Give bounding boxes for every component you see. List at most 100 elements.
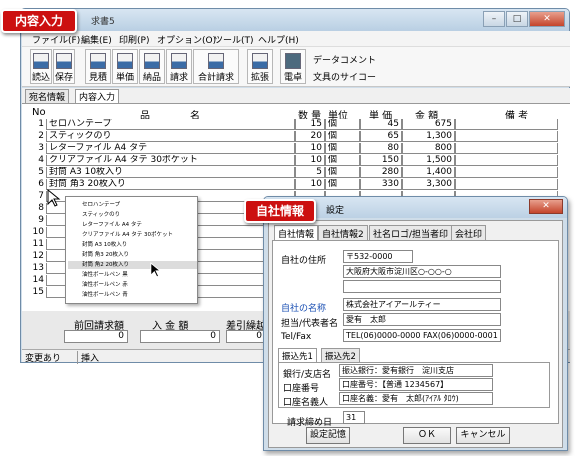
dtab-company-info-2[interactable]: 自社情報2 [318, 225, 368, 240]
cell-price[interactable]: 280 [360, 167, 402, 178]
cell-qty[interactable]: 20 [295, 131, 325, 142]
cell-unit[interactable]: 個 [325, 179, 360, 190]
menu-file[interactable]: ファイル(F) [32, 33, 80, 46]
dropdown-item[interactable]: クリアファイル A4 タテ 30ポケット [82, 231, 173, 239]
dropdown-item[interactable]: セロハンテープ [82, 201, 120, 209]
cell-note[interactable] [455, 155, 558, 166]
save-settings-button[interactable]: 設定記憶 [306, 427, 350, 444]
calculator-button[interactable]: 電卓 [280, 49, 306, 84]
dtab-company-info[interactable]: 自社情報 [274, 225, 319, 240]
maximize-button[interactable]: □ [506, 11, 528, 27]
estimate-label: 見積 [88, 73, 107, 83]
extend-button[interactable]: 拡張 [247, 49, 273, 84]
dropdown-item[interactable]: 油性ボールペン 青 [82, 291, 128, 299]
cell-qty[interactable]: 10 [295, 179, 325, 190]
dtab-logo-seal[interactable]: 社名ロゴ/担当者印 [369, 225, 453, 240]
table-row[interactable]: 6 封筒 角3 20枚入り 10 個 330 3,300 [22, 179, 570, 190]
cell-note[interactable] [455, 119, 558, 130]
menu-print[interactable]: 印刷(P) [119, 33, 149, 46]
account-field[interactable]: 口座番号：【普通 1234567】 [339, 378, 493, 391]
tel-fax-label: Tel/Fax [281, 332, 312, 342]
cell-note[interactable] [455, 131, 558, 142]
cell-qty[interactable]: 10 [295, 143, 325, 154]
total-invoice-button[interactable]: 合計請求 [193, 49, 239, 84]
cell-unit[interactable]: 個 [325, 143, 360, 154]
company-name-field[interactable]: 株式会社アイアールティー [343, 298, 501, 311]
menu-options[interactable]: オプション(O) [157, 33, 216, 46]
dialog-close-button[interactable]: ✕ [529, 199, 563, 214]
dtab-company-seal[interactable]: 会社印 [451, 225, 487, 240]
cell-price[interactable]: 45 [360, 119, 402, 130]
title-bar[interactable]: 求書5 – □ ✕ [21, 9, 569, 31]
bank-tab-2[interactable]: 振込先2 [321, 348, 360, 362]
delivery-label: 納品 [142, 73, 161, 83]
prev-invoice-field[interactable]: 0 [64, 330, 128, 343]
cell-item[interactable]: クリアファイル A4 タテ 30ポケット [46, 155, 295, 166]
cell-unit[interactable]: 個 [325, 131, 360, 142]
load-button[interactable]: 読込 [30, 49, 52, 84]
cell-amount[interactable]: 1,500 [402, 155, 455, 166]
ok-button[interactable]: ＯＫ [403, 427, 451, 444]
dropdown-item[interactable]: レターファイル A4 タテ [82, 221, 142, 229]
cell-price[interactable]: 65 [360, 131, 402, 142]
dropdown-item[interactable]: 封筒 A3 10枚入り [82, 241, 127, 249]
cell-price[interactable]: 330 [360, 179, 402, 190]
tab-address-info[interactable]: 宛名情報 [25, 89, 70, 103]
estimate-button[interactable]: 見積 [85, 49, 111, 84]
dropdown-item[interactable]: 油性ボールペン 赤 [82, 281, 128, 289]
tab-content-input[interactable]: 内容入力 [75, 89, 120, 103]
cell-qty[interactable]: 10 [295, 155, 325, 166]
dropdown-item[interactable]: 油性ボールペン 黒 [82, 271, 128, 279]
zip-field[interactable]: 〒532-0000 [343, 250, 413, 263]
rep-field[interactable]: 愛有 太郎 [343, 313, 501, 326]
minimize-button[interactable]: – [483, 11, 505, 27]
cell-item[interactable]: 封筒 A3 10枚入り [46, 167, 295, 178]
cancel-button[interactable]: キャンセル [456, 427, 510, 444]
cell-item[interactable]: レターファイル A4 タテ [46, 143, 295, 154]
dropdown-item[interactable]: 封筒 角2 20枚入り [68, 261, 197, 269]
table-row[interactable]: 1 セロハンテープ 15 個 45 675 [22, 119, 570, 130]
address2-field[interactable] [343, 280, 501, 293]
cell-unit[interactable]: 個 [325, 119, 360, 130]
cell-amount[interactable]: 1,400 [402, 167, 455, 178]
carryover-field[interactable]: 0 [226, 330, 266, 343]
cell-amount[interactable]: 675 [402, 119, 455, 130]
cell-note[interactable] [455, 143, 558, 154]
holder-field[interactable]: 口座名義：愛有 太郎(ｱｲｱﾙ ﾀﾛｳ) [339, 392, 493, 405]
unit-price-button[interactable]: 単価 [112, 49, 138, 84]
payment-field[interactable]: 0 [140, 330, 220, 343]
invoice-button[interactable]: 請求 [166, 49, 192, 84]
cell-qty[interactable]: 5 [295, 167, 325, 178]
cell-item[interactable]: セロハンテープ [46, 119, 295, 130]
bank-field[interactable]: 振込銀行：愛有銀行 淀川支店 [339, 364, 493, 377]
table-row[interactable]: 3 レターファイル A4 タテ 10 個 80 800 [22, 143, 570, 154]
cell-note[interactable] [455, 179, 558, 190]
dropdown-item[interactable]: スティックのり [82, 211, 120, 219]
cell-price[interactable]: 150 [360, 155, 402, 166]
tab-row: 宛名情報 内容入力 [22, 88, 570, 103]
cell-price[interactable]: 80 [360, 143, 402, 154]
cell-unit[interactable]: 個 [325, 155, 360, 166]
cell-item[interactable]: 封筒 角3 20枚入り [46, 179, 295, 190]
delivery-button[interactable]: 納品 [139, 49, 165, 84]
close-button[interactable]: ✕ [529, 11, 565, 27]
save-button[interactable]: 保存 [53, 49, 75, 84]
cell-note[interactable] [455, 167, 558, 178]
dropdown-item[interactable]: 封筒 角3 20枚入り [82, 251, 129, 259]
cell-qty[interactable]: 15 [295, 119, 325, 130]
menu-tools[interactable]: ツール(T) [214, 33, 254, 46]
menu-help[interactable]: ヘルプ(H) [258, 33, 299, 46]
tel-fax-field[interactable]: TEL(06)0000-0000 FAX(06)0000-0001 [343, 329, 501, 342]
cell-item[interactable]: スティックのり [46, 131, 295, 142]
table-row[interactable]: 5 封筒 A3 10枚入り 5 個 280 1,400 [22, 167, 570, 178]
bank-tab-1[interactable]: 振込先1 [278, 348, 317, 362]
table-row[interactable]: 4 クリアファイル A4 タテ 30ポケット 10 個 150 1,500 [22, 155, 570, 166]
address1-field[interactable]: 大阪府大阪市淀川区○-○○-○ [343, 265, 501, 278]
closing-day-field[interactable]: 31 [343, 411, 365, 424]
cell-amount[interactable]: 1,300 [402, 131, 455, 142]
cell-amount[interactable]: 800 [402, 143, 455, 154]
menu-edit[interactable]: 編集(E) [81, 33, 112, 46]
cell-amount[interactable]: 3,300 [402, 179, 455, 190]
cell-unit[interactable]: 個 [325, 167, 360, 178]
table-row[interactable]: 2 スティックのり 20 個 65 1,300 [22, 131, 570, 142]
